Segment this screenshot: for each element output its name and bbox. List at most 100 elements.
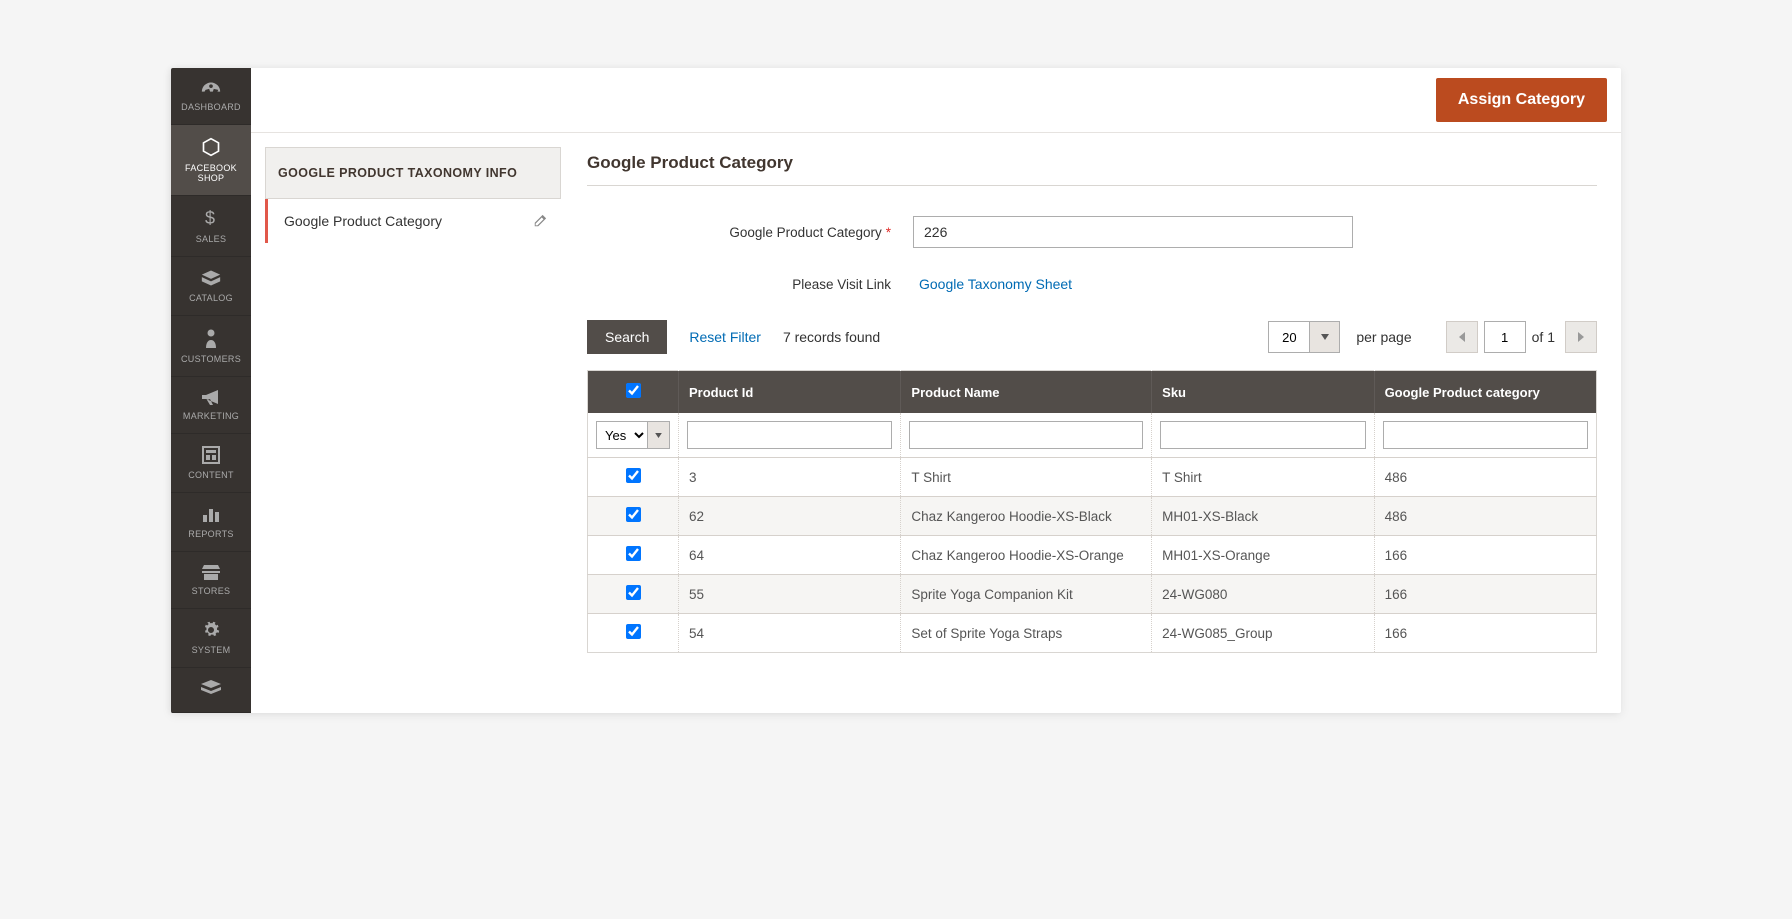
assign-category-button[interactable]: Assign Category [1436, 78, 1607, 122]
hexagon-icon [201, 137, 221, 157]
chevron-down-icon [655, 433, 662, 438]
filter-select-toggle[interactable] [648, 421, 670, 449]
col-checkbox[interactable] [588, 371, 679, 414]
table-row[interactable]: 3T ShirtT Shirt486 [588, 458, 1597, 497]
dollar-icon: $ [203, 208, 219, 228]
store-icon [201, 564, 221, 580]
cell-google-category: 166 [1374, 614, 1596, 653]
select-all-checkbox[interactable] [626, 383, 641, 398]
sidebar-item-sales[interactable]: $ SALES [171, 196, 251, 257]
per-page-input[interactable] [1268, 321, 1310, 353]
per-page-dropdown-toggle[interactable] [1310, 321, 1340, 353]
cell-product-id: 62 [679, 497, 901, 536]
chevron-left-icon [1458, 332, 1466, 342]
records-found-label: 7 records found [783, 329, 880, 345]
google-taxonomy-link[interactable]: Google Taxonomy Sheet [919, 276, 1072, 292]
cell-product-name: Sprite Yoga Companion Kit [901, 575, 1152, 614]
grid-toolbar: Search Reset Filter 7 records found per … [587, 320, 1597, 354]
search-button[interactable]: Search [587, 320, 667, 354]
pencil-icon [533, 214, 547, 228]
sidebar-item-reports[interactable]: REPORTS [171, 493, 251, 552]
sidebar-label: DASHBOARD [181, 102, 241, 112]
sidebar-label: STORES [192, 586, 231, 596]
col-sku[interactable]: Sku [1152, 371, 1374, 414]
box-icon [201, 269, 221, 287]
pager-of-label: of 1 [1532, 329, 1555, 345]
cell-sku: MH01-XS-Black [1152, 497, 1374, 536]
sidebar-item-system[interactable]: SYSTEM [171, 609, 251, 668]
table-row[interactable]: 62Chaz Kangeroo Hoodie-XS-BlackMH01-XS-B… [588, 497, 1597, 536]
table-filter-row: Yes [588, 413, 1597, 458]
sidebar-label: CATALOG [189, 293, 233, 303]
pager-page-input[interactable] [1484, 321, 1526, 353]
admin-sidebar: DASHBOARD FACEBOOK SHOP $ SALES CATALOG … [171, 68, 251, 713]
pager-prev-button[interactable] [1446, 321, 1478, 353]
cell-google-category: 166 [1374, 536, 1596, 575]
side-panel-header: GOOGLE PRODUCT TAXONOMY INFO [265, 147, 561, 199]
page-toolbar: Assign Category [251, 68, 1621, 133]
row-checkbox[interactable] [626, 468, 641, 483]
col-product-id[interactable]: Product Id [679, 371, 901, 414]
sidebar-label: SALES [196, 234, 227, 244]
main-panel: Google Product Category Google Product C… [587, 147, 1607, 653]
table-header-row: Product Id Product Name Sku Google Produ… [588, 371, 1597, 414]
main-content: Assign Category GOOGLE PRODUCT TAXONOMY … [251, 68, 1621, 713]
table-row[interactable]: 64Chaz Kangeroo Hoodie-XS-OrangeMH01-XS-… [588, 536, 1597, 575]
cell-product-name: T Shirt [901, 458, 1152, 497]
section-title: Google Product Category [587, 147, 1597, 186]
form-row-category: Google Product Category* [587, 216, 1597, 248]
table-row[interactable]: 55Sprite Yoga Companion Kit24-WG080166 [588, 575, 1597, 614]
sidebar-label: REPORTS [188, 529, 233, 539]
sidebar-item-customers[interactable]: CUSTOMERS [171, 316, 251, 377]
reset-filter-link[interactable]: Reset Filter [689, 329, 761, 345]
megaphone-icon [201, 389, 221, 405]
person-icon [204, 328, 218, 348]
sidebar-item-dashboard[interactable]: DASHBOARD [171, 68, 251, 125]
sidebar-label: CUSTOMERS [181, 354, 241, 364]
pager-next-button[interactable] [1565, 321, 1597, 353]
col-google-category[interactable]: Google Product category [1374, 371, 1596, 414]
left-tabs-panel: GOOGLE PRODUCT TAXONOMY INFO Google Prod… [265, 147, 561, 243]
filter-product-id[interactable] [687, 421, 892, 449]
sidebar-item-extra[interactable] [171, 668, 251, 713]
form-row-visit-link: Please Visit Link Google Taxonomy Sheet [587, 276, 1597, 292]
sidebar-item-content[interactable]: CONTENT [171, 434, 251, 493]
cell-product-id: 3 [679, 458, 901, 497]
row-checkbox[interactable] [626, 507, 641, 522]
dashboard-icon [200, 80, 222, 96]
filter-google-category[interactable] [1383, 421, 1588, 449]
sidebar-label: SYSTEM [192, 645, 231, 655]
row-checkbox[interactable] [626, 585, 641, 600]
app-container: DASHBOARD FACEBOOK SHOP $ SALES CATALOG … [171, 68, 1621, 713]
google-category-input[interactable] [913, 216, 1353, 248]
filter-select-any[interactable]: Yes [596, 421, 648, 449]
cell-sku: 24-WG080 [1152, 575, 1374, 614]
row-checkbox[interactable] [626, 546, 641, 561]
col-product-name[interactable]: Product Name [901, 371, 1152, 414]
row-checkbox[interactable] [626, 624, 641, 639]
cell-sku: 24-WG085_Group [1152, 614, 1374, 653]
cell-sku: MH01-XS-Orange [1152, 536, 1374, 575]
cell-product-name: Set of Sprite Yoga Straps [901, 614, 1152, 653]
filter-sku[interactable] [1160, 421, 1365, 449]
required-star: * [886, 225, 891, 240]
cell-product-name: Chaz Kangeroo Hoodie-XS-Black [901, 497, 1152, 536]
chevron-down-icon [1321, 334, 1329, 340]
side-panel-tab-google-category[interactable]: Google Product Category [265, 199, 561, 243]
cell-product-name: Chaz Kangeroo Hoodie-XS-Orange [901, 536, 1152, 575]
side-panel-item-label: Google Product Category [284, 213, 442, 229]
per-page-label: per page [1356, 329, 1411, 345]
sidebar-item-stores[interactable]: STORES [171, 552, 251, 609]
sidebar-item-facebook-shop[interactable]: FACEBOOK SHOP [171, 125, 251, 196]
gear-icon [202, 621, 220, 639]
table-row[interactable]: 54Set of Sprite Yoga Straps24-WG085_Grou… [588, 614, 1597, 653]
product-grid-table: Product Id Product Name Sku Google Produ… [587, 370, 1597, 653]
cell-product-id: 54 [679, 614, 901, 653]
sidebar-label: FACEBOOK SHOP [175, 163, 247, 183]
sidebar-item-marketing[interactable]: MARKETING [171, 377, 251, 434]
sidebar-item-catalog[interactable]: CATALOG [171, 257, 251, 316]
svg-text:$: $ [205, 208, 215, 228]
cell-sku: T Shirt [1152, 458, 1374, 497]
filter-product-name[interactable] [909, 421, 1143, 449]
sidebar-label: MARKETING [183, 411, 239, 421]
